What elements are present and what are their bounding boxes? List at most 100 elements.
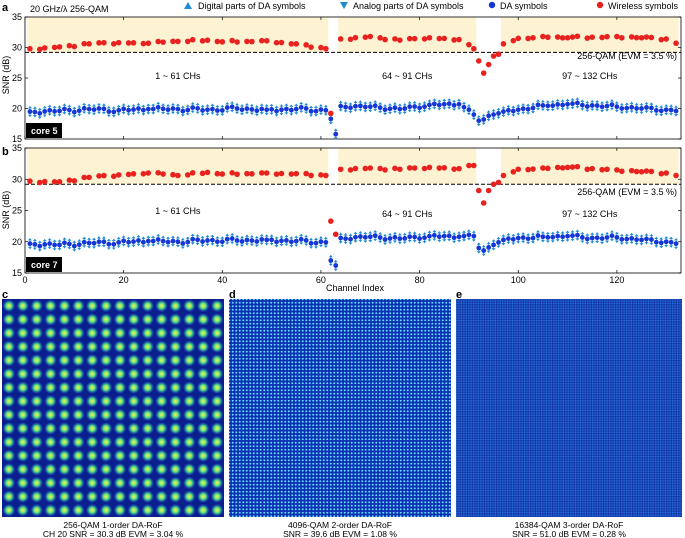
da-symbol-point	[86, 106, 92, 112]
da-symbol-point	[491, 242, 496, 248]
analog-part-marker	[318, 244, 323, 248]
digital-part-marker	[521, 231, 526, 235]
constellation-point	[182, 326, 196, 340]
digital-part-marker	[62, 103, 67, 106]
analog-part-marker	[254, 244, 259, 248]
wireless-symbol-point	[96, 40, 102, 46]
da-symbol-point	[624, 236, 630, 242]
constellation-point	[44, 449, 57, 463]
analog-part-marker	[185, 113, 190, 116]
constellation-point	[182, 462, 196, 476]
panel-letter-b: b	[2, 146, 9, 158]
da-symbol-point	[599, 104, 605, 110]
analog-part-marker	[565, 107, 570, 110]
wireless-symbol-point	[525, 166, 531, 173]
constellation-point	[155, 490, 168, 503]
band-label: 1 ~ 61 CHs	[155, 71, 201, 81]
analog-part-marker	[314, 114, 319, 117]
wireless-symbol-point	[352, 165, 359, 172]
constellation-point	[85, 408, 99, 422]
analog-part-marker	[284, 243, 289, 246]
da-symbol-point	[195, 237, 201, 243]
analog-part-marker	[348, 111, 353, 114]
wireless-symbol-point	[160, 171, 166, 177]
constellation-point	[210, 313, 224, 326]
analog-part-marker	[378, 240, 383, 244]
constellation-point	[210, 340, 224, 354]
wireless-symbol-point	[101, 39, 107, 46]
da-symbol-point	[545, 234, 551, 240]
analog-part-marker	[304, 243, 309, 247]
constellation-point	[16, 299, 30, 313]
analog-part-marker	[161, 111, 166, 115]
constellation-point	[2, 299, 16, 313]
da-symbol-point	[101, 239, 107, 245]
digital-part-marker	[106, 105, 111, 109]
analog-part-marker	[121, 112, 126, 115]
wireless-symbol-point	[229, 37, 235, 44]
constellation-point	[99, 353, 113, 367]
constellation-point	[16, 353, 30, 367]
digital-part-marker	[373, 230, 378, 233]
wireless-symbol-point	[490, 53, 497, 59]
constellation-point	[44, 381, 57, 394]
digital-part-marker	[511, 233, 516, 237]
digital-part-marker	[185, 104, 190, 107]
analog-part-marker	[614, 240, 619, 243]
constellation-point	[210, 462, 224, 476]
analog-part-marker	[526, 112, 531, 115]
digital-part-marker	[274, 236, 279, 239]
digital-part-marker	[190, 101, 195, 105]
digital-part-marker	[629, 232, 634, 236]
analog-part-marker	[274, 245, 279, 248]
analog-part-marker	[397, 112, 402, 115]
da-symbol-point	[150, 238, 156, 244]
wireless-symbol-point	[619, 168, 625, 175]
digital-part-marker	[605, 231, 610, 235]
da-symbol-point	[121, 106, 127, 112]
da-symbol-point	[402, 106, 408, 111]
constellation-point	[182, 340, 196, 354]
analog-part-marker	[87, 112, 92, 115]
analog-part-marker	[595, 108, 600, 112]
da-symbol-point	[126, 107, 131, 113]
analog-part-marker	[309, 114, 314, 117]
snr-chart-core-7: 15 20 25 30 35 0 20 40 60 80 100 120 256-QAM (EVM = …	[12, 143, 682, 285]
constellation-point	[30, 340, 44, 354]
digital-part-marker	[230, 232, 235, 236]
evm-threshold-label: 256-QAM (EVM = 3.5 %)	[577, 51, 677, 61]
analog-part-marker	[387, 241, 392, 245]
da-symbol-point	[604, 103, 610, 109]
wireless-symbol-point	[628, 167, 635, 174]
constellation-point	[16, 462, 30, 476]
da-symbol-point	[476, 245, 482, 251]
digital-part-marker	[96, 236, 101, 239]
constellation-16384qam: 16384-QAM 3-order DA-RoF SNR = 51.0 dB E…	[456, 299, 682, 538]
constellation-point	[71, 476, 85, 490]
wireless-symbol-point	[619, 34, 625, 41]
y-tick-label: 30	[12, 43, 22, 53]
digital-part-marker	[284, 234, 289, 238]
digital-part-marker	[52, 105, 57, 109]
da-symbol-point	[81, 239, 87, 245]
wireless-symbol-point	[263, 170, 270, 176]
da-symbol-point	[501, 237, 506, 243]
constellation-point	[85, 435, 99, 449]
digital-part-marker	[333, 128, 338, 131]
digital-part-marker	[279, 104, 284, 107]
analog-part-marker	[116, 245, 121, 248]
da-symbol-point	[629, 235, 635, 241]
digital-part-marker	[27, 105, 32, 109]
wireless-symbol-point	[614, 167, 620, 173]
digital-part-marker	[269, 103, 274, 107]
digital-part-marker	[244, 103, 249, 106]
wireless-symbol-point	[258, 37, 265, 44]
analog-part-marker	[42, 247, 47, 251]
analog-part-marker	[299, 110, 304, 113]
constellation-point	[16, 340, 30, 354]
digital-part-marker	[190, 233, 195, 237]
digital-part-marker	[67, 238, 72, 241]
wireless-symbol-point	[471, 45, 477, 52]
da-symbol-point	[579, 235, 585, 240]
analog-part-marker	[323, 245, 328, 248]
